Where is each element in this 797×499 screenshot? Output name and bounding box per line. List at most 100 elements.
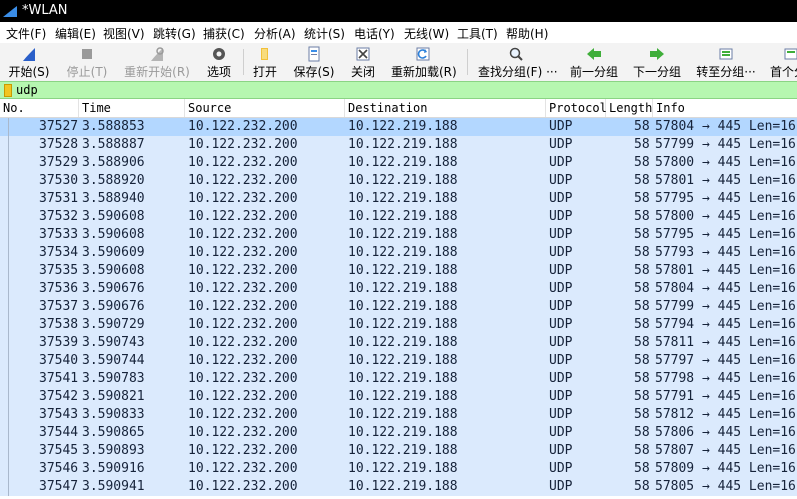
packet-source: 10.122.232.200	[188, 389, 298, 404]
save-file-label: 保存(S)	[293, 65, 335, 79]
previous-packet-icon	[587, 48, 601, 60]
next-packet-icon	[650, 48, 664, 60]
tree-connector	[8, 388, 9, 406]
packet-row[interactable]: 37545 3.590893 10.122.232.200 10.122.219.18…	[0, 442, 797, 460]
goto-packet-icon	[719, 48, 733, 60]
packet-source: 10.122.232.200	[188, 119, 298, 134]
start-capture-button[interactable]: 开始(S)	[6, 44, 52, 80]
column-header-length[interactable]: Length	[606, 99, 653, 117]
previous-packet-button[interactable]: 前一分组	[570, 44, 618, 80]
column-header-time[interactable]: Time	[79, 99, 185, 117]
menu-wireless[interactable]: 无线(W)	[404, 25, 449, 42]
packet-time: 3.590941	[82, 479, 145, 494]
packet-row[interactable]: 37537 3.590676 10.122.232.200 10.122.219.18…	[0, 298, 797, 316]
packet-row[interactable]: 37547 3.590941 10.122.232.200 10.122.219.18…	[0, 478, 797, 496]
packet-source: 10.122.232.200	[188, 209, 298, 224]
packet-time: 3.590865	[82, 425, 145, 440]
packet-row[interactable]: 37538 3.590729 10.122.232.200 10.122.219.18…	[0, 316, 797, 334]
menu-statistics[interactable]: 统计(S)	[304, 25, 345, 42]
menu-edit[interactable]: 编辑(E)	[55, 25, 96, 42]
packet-row[interactable]: 37530 3.588920 10.122.232.200 10.122.219.18…	[0, 172, 797, 190]
column-header-no[interactable]: No.	[0, 99, 79, 117]
menu-view[interactable]: 视图(V)	[103, 25, 145, 42]
close-file-icon	[356, 47, 370, 61]
restart-capture-button[interactable]: 重新开始(R)	[124, 44, 190, 80]
packet-row[interactable]: 37540 3.590744 10.122.232.200 10.122.219.18…	[0, 352, 797, 370]
packet-time: 3.590676	[82, 281, 145, 296]
packet-no: 37543	[39, 407, 79, 422]
menu-capture[interactable]: 捕获(C)	[203, 25, 245, 42]
filter-bookmark-icon[interactable]	[4, 84, 12, 97]
close-file-button[interactable]: 关闭	[348, 44, 378, 80]
menu-go[interactable]: 跳转(G)	[153, 25, 196, 42]
packet-length: 58	[634, 299, 650, 314]
goto-packet-label: 转至分组···	[696, 65, 756, 79]
packet-destination: 10.122.219.188	[348, 353, 458, 368]
packet-length: 58	[634, 335, 650, 350]
capture-options-button[interactable]: 选项	[203, 44, 235, 80]
packet-row[interactable]: 37542 3.590821 10.122.232.200 10.122.219.18…	[0, 388, 797, 406]
packet-row[interactable]: 37533 3.590608 10.122.232.200 10.122.219.18…	[0, 226, 797, 244]
packet-info: 57800 → 445 Len=16	[655, 155, 796, 170]
menu-analyze[interactable]: 分析(A)	[254, 25, 296, 42]
menu-tools[interactable]: 工具(T)	[457, 25, 498, 42]
toolbar-separator	[243, 49, 244, 75]
toolbar-separator	[467, 49, 468, 75]
packet-length: 58	[634, 425, 650, 440]
packet-row[interactable]: 37546 3.590916 10.122.232.200 10.122.219.18…	[0, 460, 797, 478]
packet-length: 58	[634, 281, 650, 296]
tree-connector	[8, 136, 9, 154]
packet-protocol: UDP	[549, 173, 573, 188]
packet-row[interactable]: 37528 3.588887 10.122.232.200 10.122.219.18…	[0, 136, 797, 154]
display-filter-input[interactable]: udp	[0, 81, 797, 99]
menu-help[interactable]: 帮助(H)	[506, 25, 548, 42]
packet-time: 3.588906	[82, 155, 145, 170]
packet-no: 37547	[39, 479, 79, 494]
goto-packet-button[interactable]: 转至分组···	[696, 44, 756, 80]
packet-row[interactable]: 37532 3.590608 10.122.232.200 10.122.219.18…	[0, 208, 797, 226]
packet-protocol: UDP	[549, 479, 573, 494]
packet-protocol: UDP	[549, 119, 573, 134]
packet-row[interactable]: 37531 3.588940 10.122.232.200 10.122.219.18…	[0, 190, 797, 208]
packet-row[interactable]: 37534 3.590609 10.122.232.200 10.122.219.18…	[0, 244, 797, 262]
packet-protocol: UDP	[549, 191, 573, 206]
find-packet-button[interactable]: 查找分组(F) ···	[478, 44, 558, 80]
packet-info: 57798 → 445 Len=16	[655, 371, 796, 386]
packet-info: 57791 → 445 Len=16	[655, 389, 796, 404]
packet-row[interactable]: 37539 3.590743 10.122.232.200 10.122.219.18…	[0, 334, 797, 352]
packet-row[interactable]: 37541 3.590783 10.122.232.200 10.122.219.18…	[0, 370, 797, 388]
display-filter-text[interactable]: udp	[16, 82, 38, 98]
packet-protocol: UDP	[549, 443, 573, 458]
reload-file-button[interactable]: 重新加载(R)	[391, 44, 457, 80]
first-packet-button[interactable]: 首个分	[770, 44, 797, 80]
menu-file[interactable]: 文件(F)	[6, 25, 46, 42]
column-header-destination[interactable]: Destination	[345, 99, 546, 117]
packet-time: 3.590729	[82, 317, 145, 332]
packet-row[interactable]: 37544 3.590865 10.122.232.200 10.122.219.18…	[0, 424, 797, 442]
tree-connector	[8, 280, 9, 298]
tree-connector	[8, 424, 9, 442]
open-file-icon	[261, 48, 268, 60]
packet-time: 3.588887	[82, 137, 145, 152]
packet-row[interactable]: 37527 3.588853 10.122.232.200 10.122.219.18…	[0, 118, 797, 136]
packet-row[interactable]: 37543 3.590833 10.122.232.200 10.122.219.18…	[0, 406, 797, 424]
save-file-button[interactable]: 保存(S)	[292, 44, 336, 80]
packet-protocol: UDP	[549, 299, 573, 314]
open-file-button[interactable]: 打开	[250, 44, 280, 80]
packet-protocol: UDP	[549, 371, 573, 386]
packet-row[interactable]: 37536 3.590676 10.122.232.200 10.122.219.18…	[0, 280, 797, 298]
tree-connector	[8, 334, 9, 352]
packet-row[interactable]: 37529 3.588906 10.122.232.200 10.122.219.18…	[0, 154, 797, 172]
column-header-protocol[interactable]: Protocol	[546, 99, 607, 117]
packet-length: 58	[634, 155, 650, 170]
menu-telephony[interactable]: 电话(Y)	[354, 25, 395, 42]
tree-connector	[8, 154, 9, 172]
next-packet-button[interactable]: 下一分组	[633, 44, 681, 80]
packet-no: 37535	[39, 263, 79, 278]
packet-row[interactable]: 37535 3.590608 10.122.232.200 10.122.219.18…	[0, 262, 797, 280]
packet-info: 57807 → 445 Len=16	[655, 443, 796, 458]
tree-connector	[8, 460, 9, 478]
column-header-info[interactable]: Info	[653, 99, 797, 117]
column-header-source[interactable]: Source	[185, 99, 345, 117]
stop-capture-button[interactable]: 停止(T)	[64, 44, 110, 80]
